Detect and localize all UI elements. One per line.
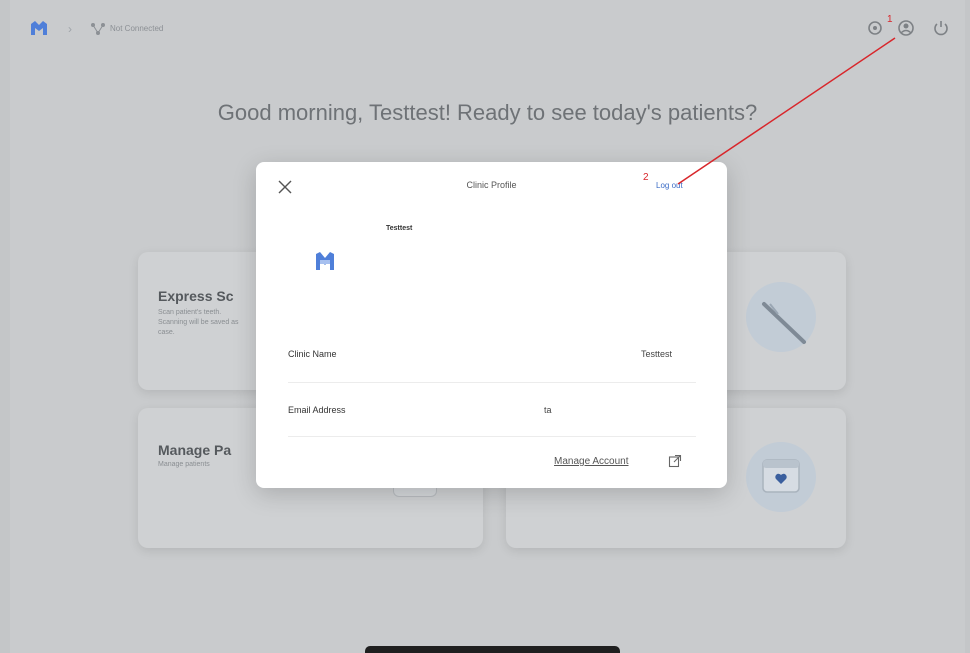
row-divider — [288, 436, 696, 437]
connection-status-label: Not Connected — [110, 24, 164, 33]
email-value: ta — [544, 405, 552, 415]
scanner-wand-icon — [762, 302, 806, 344]
connection-icon[interactable] — [90, 22, 106, 36]
manage-patients-description: Manage patients — [158, 461, 210, 468]
clinic-profile-dialog: Clinic Profile Log out Testtest Clinic N… — [256, 162, 727, 488]
clinic-name-header: Testtest — [386, 225, 413, 232]
clinic-name-label: Clinic Name — [288, 349, 337, 359]
annotation-step-2: 2 — [643, 172, 649, 183]
greeting-heading: Good morning, Testtest! Ready to see tod… — [217, 100, 758, 125]
annotation-step-1: 1 — [887, 14, 893, 25]
logout-button[interactable]: Log out — [656, 181, 683, 190]
top-bar: › Not Connected — [10, 0, 965, 52]
breadcrumb-separator: › — [68, 22, 72, 36]
email-label: Email Address — [288, 405, 346, 415]
manage-patients-title: Manage Pa — [158, 442, 232, 458]
express-scan-title: Express Sc — [158, 288, 234, 304]
manage-account-link[interactable]: Manage Account — [554, 456, 629, 467]
clinic-name-value: Testtest — [641, 349, 673, 359]
calendar-heart-icon — [762, 459, 800, 493]
power-icon[interactable] — [931, 18, 951, 38]
home-indicator — [365, 646, 620, 653]
clinic-logo-icon — [316, 252, 334, 270]
express-scan-description: Scan patient's teeth. Scanning will be s… — [158, 309, 239, 336]
account-icon[interactable] — [896, 18, 916, 38]
settings-icon[interactable] — [865, 18, 885, 38]
external-link-icon[interactable] — [668, 454, 682, 468]
home-logo-icon[interactable] — [30, 20, 48, 36]
row-divider — [288, 382, 696, 383]
